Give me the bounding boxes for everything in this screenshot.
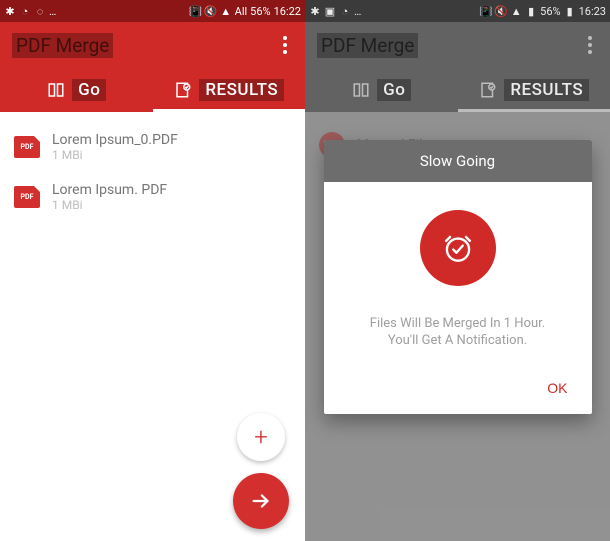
screen-dialog: ✱ ▣ ◔ … 📳 🔇 ▲ ▮ 56% ▮ 16:23 PDF Merge Go… — [305, 0, 610, 541]
tab-results[interactable]: RESULTS — [153, 68, 306, 112]
clock-icon: ◔ — [19, 5, 31, 17]
pdf-icon: PDF — [14, 136, 40, 158]
time-text: 16:22 — [274, 5, 301, 18]
clock-check-icon — [420, 210, 496, 286]
vibrate-icon: 📳 — [190, 5, 202, 17]
dialog-title: Slow Going — [324, 140, 592, 182]
dialog-message-line2: You'll Get A Notification. — [340, 333, 576, 348]
file-size: 1 MBi — [52, 198, 167, 212]
file-row[interactable]: PDF Lorem Ipsum_0.PDF 1 MBi — [0, 122, 305, 172]
tab-go[interactable]: Go — [0, 68, 153, 112]
ok-button[interactable]: OK — [537, 374, 577, 402]
arrow-right-icon — [250, 490, 272, 512]
file-row[interactable]: PDF Lorem Ipsum. PDF 1 MBi — [0, 172, 305, 222]
tab-bar: Go RESULTS — [0, 68, 305, 112]
file-name: Lorem Ipsum. PDF — [52, 182, 167, 198]
tab-results-label: RESULTS — [199, 79, 284, 101]
fab-stack: + — [233, 413, 289, 529]
dialog-overlay: Slow Going Files Will Be Merged In 1 Hou… — [305, 0, 610, 541]
wifi-icon: ▲ — [220, 5, 232, 17]
status-misc: … — [49, 5, 56, 18]
slow-going-dialog: Slow Going Files Will Be Merged In 1 Hou… — [324, 140, 592, 414]
merge-button[interactable] — [233, 473, 289, 529]
status-misc-text: All — [235, 5, 248, 18]
battery-text: 56% — [250, 5, 270, 18]
plus-icon: + — [254, 423, 268, 451]
results-icon — [173, 81, 193, 99]
file-size: 1 MBi — [52, 148, 178, 162]
pdf-icon: PDF — [14, 186, 40, 208]
dialog-message-line1: Files Will Be Merged In 1 Hour. — [340, 316, 576, 331]
file-name: Lorem Ipsum_0.PDF — [52, 132, 178, 148]
sync-icon: ◌ — [34, 5, 46, 17]
mute-icon: 🔇 — [205, 5, 217, 17]
files-icon — [46, 81, 66, 99]
screen-file-list: ✱ ◔ ◌ … 📳 🔇 ▲ All 56% 16:22 PDF Merge Go… — [0, 0, 305, 541]
bluetooth-icon: ✱ — [4, 5, 16, 17]
app-title: PDF Merge — [12, 33, 113, 58]
overflow-menu-button[interactable] — [277, 30, 293, 60]
file-list: PDF Lorem Ipsum_0.PDF 1 MBi PDF Lorem Ip… — [0, 112, 305, 232]
tab-go-label: Go — [72, 79, 106, 101]
status-bar: ✱ ◔ ◌ … 📳 🔇 ▲ All 56% 16:22 — [0, 0, 305, 22]
app-bar: PDF Merge — [0, 22, 305, 68]
add-file-button[interactable]: + — [237, 413, 285, 461]
